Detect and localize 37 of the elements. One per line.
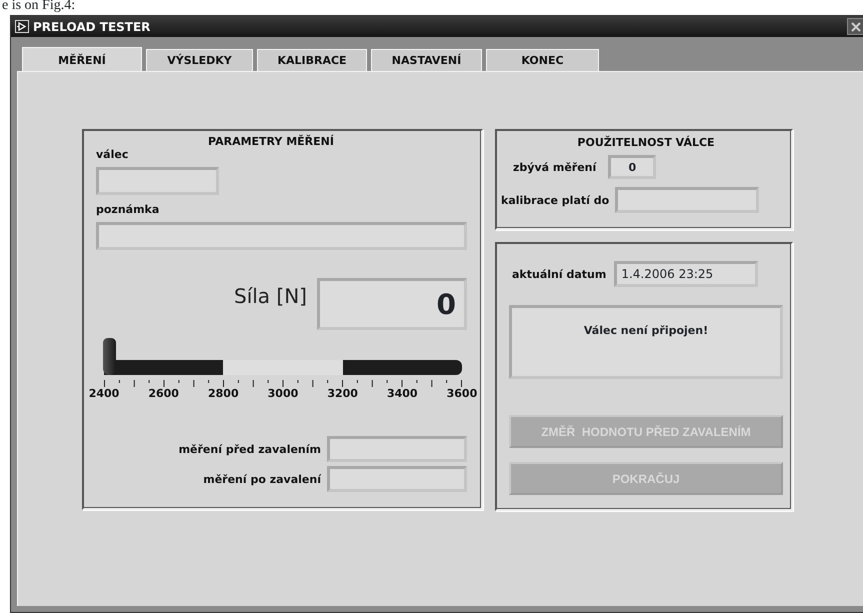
document-caption: e is on Fig.4: [1, 0, 76, 15]
scale-label: 2600 [147, 387, 180, 400]
force-label: Síla [N] [234, 284, 307, 308]
slider-thumb[interactable] [103, 338, 116, 375]
field-label: poznámka [96, 203, 160, 216]
group-title: PARAMETRY MĚŘENÍ [207, 135, 335, 148]
input-field[interactable] [96, 167, 219, 195]
scale-label: 3200 [326, 387, 359, 400]
input-field[interactable] [327, 466, 467, 492]
input-field[interactable] [327, 436, 467, 462]
app-icon [15, 20, 29, 33]
counter-field: 0 [608, 155, 656, 179]
close-icon [850, 22, 860, 32]
field-label: válec [96, 148, 130, 161]
tab[interactable]: KALIBRACE [257, 49, 367, 71]
window-title: PRELOAD TESTER [33, 20, 150, 34]
field-label: měření před zavalením [178, 442, 321, 456]
scale-label: 3600 [446, 387, 478, 400]
group-title: POUŽITELNOST VÁLCE [576, 136, 716, 149]
scale-label: 3000 [266, 387, 300, 400]
field-label: zbývá měření [513, 160, 596, 174]
input-field[interactable] [615, 187, 760, 213]
scale-label: 3400 [386, 387, 419, 400]
tab[interactable]: VÝSLEDKY [146, 49, 253, 71]
tab[interactable]: KONEC [486, 49, 599, 71]
scale-label: 2800 [207, 387, 240, 400]
field-label: aktuální datum [512, 268, 606, 280]
force-display: 0 [317, 278, 467, 330]
tab[interactable]: MĚŘENÍ [22, 47, 142, 72]
scale-label: 2400 [88, 387, 120, 400]
field-label: měření po zavalení [203, 472, 321, 486]
date-field: 1.4.2006 23:25 [614, 261, 758, 287]
input-field[interactable] [96, 222, 467, 250]
status-message: Válec není připojen! [584, 324, 708, 337]
field-label: kalibrace platí do [501, 194, 610, 206]
tab[interactable]: NASTAVENÍ [371, 49, 482, 71]
close-button[interactable] [847, 18, 863, 35]
